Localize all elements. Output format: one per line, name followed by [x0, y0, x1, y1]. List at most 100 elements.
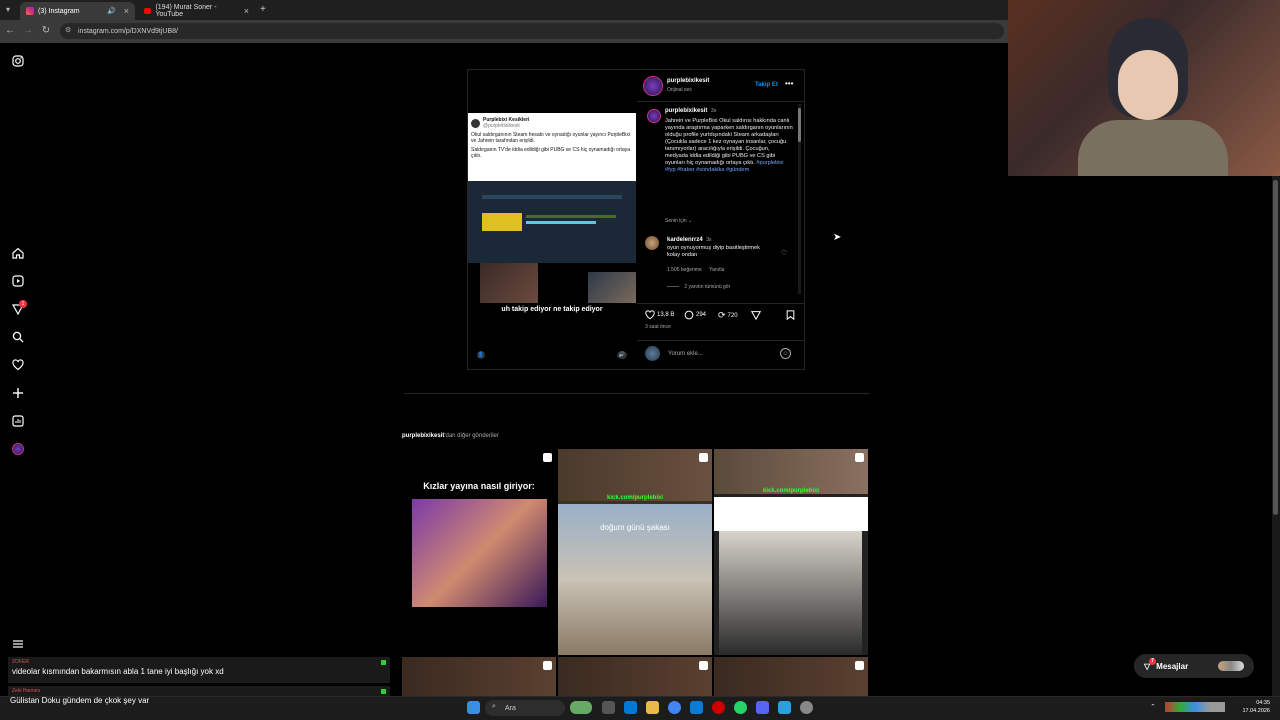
translate-link[interactable]: Senin için ⌄ [665, 218, 692, 224]
back-icon[interactable]: ← [4, 25, 16, 36]
url-text: instagram.com/p/DXNVd9tjUB8/ [78, 27, 178, 35]
edge-icon[interactable] [624, 701, 637, 714]
doc-paragraph-2: Saldırganın TV'de iddia edildiği gibi PU… [471, 147, 631, 159]
caption-author[interactable]: purplebixikesit [665, 108, 707, 114]
settings-icon[interactable] [800, 701, 813, 714]
message-avatars [1218, 661, 1244, 671]
comments-scroll-thumb[interactable] [798, 108, 801, 142]
chrome-icon[interactable] [668, 701, 681, 714]
discord-icon[interactable] [756, 701, 769, 714]
forward-icon[interactable]: → [22, 25, 34, 36]
task-view-icon[interactable] [602, 701, 615, 714]
app-icon[interactable] [778, 701, 791, 714]
tab-instagram[interactable]: (3) Instagram 🔊 × [20, 2, 135, 20]
grid-tile-6[interactable] [714, 657, 868, 696]
comment-time: 3s [706, 237, 712, 243]
like-action[interactable]: 13,8 B [645, 310, 674, 320]
tray-chevron-icon[interactable]: ⌃ [1150, 703, 1156, 711]
messages-badge: 7 [1149, 657, 1156, 665]
like-icon [645, 310, 655, 320]
clock-date: 17.04.2026 [1242, 708, 1270, 714]
comment-reply[interactable]: Yanıtla [709, 267, 724, 273]
create-icon[interactable] [10, 385, 26, 401]
caption-avatar[interactable] [647, 109, 661, 123]
url-field[interactable]: ⚙ instagram.com/p/DXNVd9tjUB8/ [60, 23, 1004, 39]
video-caption: uh takip ediyor ne takip ediyor [501, 306, 603, 313]
reload-icon[interactable]: ↻ [40, 25, 52, 36]
page-scroll-thumb[interactable] [1273, 180, 1278, 515]
instagram-logo-icon[interactable] [10, 53, 26, 69]
reel-icon [699, 453, 708, 462]
audio-label[interactable]: Orijinal ses [667, 87, 692, 93]
comment-box [637, 340, 804, 369]
grid-tile-1[interactable]: Kızlar yayına nasıl giriyor: [402, 449, 556, 655]
author-avatar[interactable] [643, 76, 663, 96]
close-tab-icon[interactable]: × [124, 6, 129, 16]
grid-tile-5[interactable] [558, 657, 712, 696]
instagram-favicon-icon [26, 7, 34, 15]
mute-icon[interactable]: 🔊 [617, 351, 627, 359]
tab-youtube[interactable]: (194) Murat Soner - YouTube × [138, 2, 255, 20]
taskbar-search[interactable]: ⌕ Ara [485, 700, 565, 716]
view-replies[interactable]: 2 yanıtın tümünü gör [667, 284, 730, 290]
taskbar [0, 696, 1280, 720]
grid-tile-2[interactable]: kick.com/purplebixi doğum günü şakası [558, 449, 712, 655]
whatsapp-icon[interactable] [734, 701, 747, 714]
repost-action[interactable]: ⟳ 720 [718, 310, 738, 321]
chat-message-2: Zeki Hannes [8, 686, 390, 696]
grid-tile-4[interactable] [402, 657, 556, 696]
system-tray-icons[interactable] [1165, 702, 1225, 712]
menu-icon[interactable] [10, 636, 26, 652]
comment-icon [684, 310, 694, 320]
profile-avatar[interactable] [12, 443, 24, 455]
file-explorer-icon[interactable] [646, 701, 659, 714]
view-replies-label: 2 yanıtın tümünü gör [684, 284, 731, 290]
messages-button[interactable]: ▽ 7 Mesajlar [1134, 654, 1254, 678]
emoji-icon[interactable]: ☺ [780, 348, 791, 359]
store-icon[interactable] [690, 701, 703, 714]
clock-time: 04:35 [1256, 700, 1270, 706]
tab-label: (3) Instagram [38, 7, 80, 15]
site-info-icon[interactable]: ⚙ [65, 26, 71, 34]
reels-icon[interactable] [10, 273, 26, 289]
post-time: 3 saat önce [645, 324, 671, 330]
comment-likes[interactable]: 1.505 beğenme [667, 267, 702, 273]
tile-2-kick: kick.com/purplebixi [606, 495, 664, 501]
comment-like-icon[interactable]: ♡ [781, 249, 787, 257]
obs-icon[interactable] [712, 701, 725, 714]
widgets-icon[interactable] [570, 701, 592, 714]
tab-menu-icon[interactable]: ▾ [6, 5, 10, 14]
search-icon[interactable] [10, 329, 26, 345]
tile-3-text: BAN GELİYOR [759, 502, 823, 512]
taskbar-search-icon: ⌕ [492, 703, 496, 710]
dashboard-icon[interactable] [10, 413, 26, 429]
share-icon[interactable] [751, 310, 761, 320]
windows-start-icon[interactable] [467, 701, 480, 714]
messages-label: Mesajlar [1156, 661, 1189, 671]
more-posts-author[interactable]: purplebixikesit [402, 433, 444, 439]
more-posts-title: purplebixikesit'dan diğer gönderiler [402, 433, 499, 439]
taskbar-clock[interactable]: 04:35 17.04.2026 [1238, 699, 1270, 715]
reel-icon [855, 661, 864, 670]
follow-button[interactable]: Takip Et [755, 82, 778, 88]
heart-icon[interactable] [10, 357, 26, 373]
more-options-icon[interactable]: ••• [785, 79, 793, 88]
new-tab-icon[interactable]: + [260, 4, 266, 15]
close-tab-icon[interactable]: × [244, 6, 249, 16]
comment-input[interactable]: Yorum ekle... [668, 351, 703, 357]
tile-2-text: doğum günü şakası [600, 523, 670, 532]
commenter-avatar[interactable] [645, 236, 659, 250]
comment-count: 294 [696, 312, 707, 318]
author-name[interactable]: purplebixikesit [667, 78, 709, 84]
tagged-user-icon[interactable]: 👤 [477, 351, 485, 359]
youtube-favicon-icon [144, 8, 152, 14]
tile-3-kick: kick.com/purplebixi [762, 488, 820, 494]
video-document-screenshot: Purplebixi Kesikleri @purplebixikesit Ok… [468, 113, 636, 181]
notification-badge: 1 [19, 300, 27, 308]
home-icon[interactable] [10, 245, 26, 261]
mouse-cursor: ➤ [833, 232, 842, 243]
comment-action[interactable]: 294 [684, 310, 706, 320]
grid-tile-3[interactable]: kick.com/purplebixi BAN GELİYOR [714, 449, 868, 655]
commenter-name[interactable]: kardelenrrz4 [667, 237, 703, 243]
save-icon[interactable] [786, 310, 795, 320]
